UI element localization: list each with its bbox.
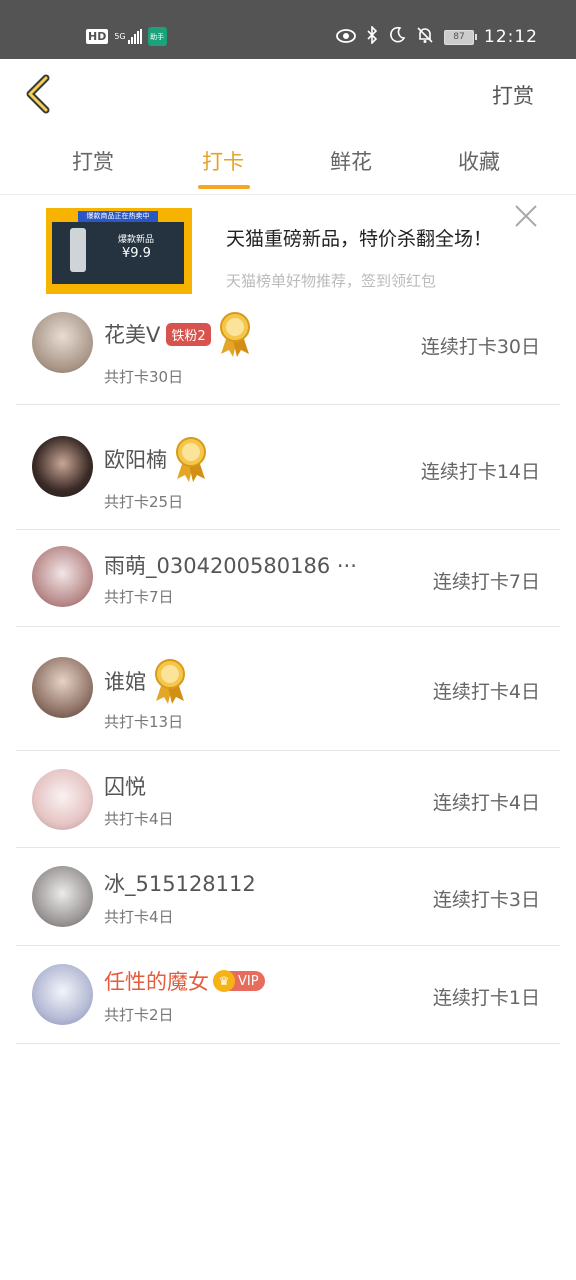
status-right: 87 12:12 <box>336 25 538 48</box>
list-item[interactable]: 冰_515128112 共打卡4日 连续打卡3日 <box>16 848 560 946</box>
clock: 12:12 <box>484 27 538 47</box>
tab-favorites[interactable]: 收藏 <box>458 146 500 176</box>
header-reward-button[interactable]: 打赏 <box>492 80 534 110</box>
user-name[interactable]: 冰_515128112 <box>104 868 256 898</box>
chevron-left-icon <box>26 74 50 114</box>
user-name-text: 谁婠 <box>104 670 146 694</box>
list-item[interactable]: 囚悦 共打卡4日 连续打卡4日 <box>16 751 560 848</box>
streak-checkin: 连续打卡3日 <box>432 889 540 911</box>
medal-icon <box>176 437 206 482</box>
fan-level-badge: 铁粉2 <box>166 322 211 346</box>
user-name[interactable]: 囚悦 <box>104 771 146 801</box>
tab-flowers[interactable]: 鲜花 <box>330 146 372 176</box>
battery-icon: 87 <box>444 29 477 45</box>
medal-icon <box>219 312 250 357</box>
eye-icon <box>336 28 356 47</box>
user-name[interactable]: 欧阳楠 <box>104 435 209 483</box>
avatar[interactable] <box>32 657 93 718</box>
total-checkin: 共打卡4日 <box>104 810 174 828</box>
total-checkin: 共打卡13日 <box>104 713 184 731</box>
user-name-text: 雨萌_0304200580186 ··· <box>104 554 357 578</box>
mute-bell-icon <box>416 26 434 48</box>
ad-banner[interactable]: 爆款商品正在热卖中 爆款新品 ¥9.9 天猫重磅新品，特价杀翻全场！ 天猫榜单好… <box>0 196 576 300</box>
total-checkin: 共打卡7日 <box>104 588 174 606</box>
app-notification-icon: 助手 <box>147 27 167 46</box>
bluetooth-icon <box>366 25 378 48</box>
ad-product-image <box>70 228 86 272</box>
vip-badge: ♛ VIP <box>213 970 265 992</box>
moon-icon <box>388 26 406 48</box>
user-name-text: 花美V <box>104 323 161 347</box>
total-checkin: 共打卡25日 <box>104 493 184 511</box>
total-checkin: 共打卡30日 <box>104 368 184 386</box>
total-checkin: 共打卡2日 <box>104 1006 174 1024</box>
streak-checkin: 连续打卡30日 <box>420 336 540 358</box>
status-bar: HD 5G 助手 87 12:12 <box>0 0 576 59</box>
avatar[interactable] <box>32 546 93 607</box>
user-name[interactable]: 雨萌_0304200580186 ··· <box>104 550 357 580</box>
total-checkin: 共打卡4日 <box>104 908 174 926</box>
ad-subtitle: 天猫榜单好物推荐，签到领红包 <box>226 272 437 290</box>
back-button[interactable] <box>24 74 54 114</box>
signal-icon: 5G <box>114 29 142 44</box>
avatar[interactable] <box>32 312 93 373</box>
streak-checkin: 连续打卡1日 <box>432 987 540 1009</box>
list-item[interactable]: 花美V 铁粉2 共打卡30日 连续打卡30日 <box>16 300 560 405</box>
user-name[interactable]: 谁婠 <box>104 657 188 705</box>
user-name[interactable]: 任性的魔女 ♛ VIP <box>104 966 265 996</box>
streak-checkin: 连续打卡14日 <box>420 461 540 483</box>
ad-image[interactable]: 爆款商品正在热卖中 爆款新品 ¥9.9 <box>46 208 192 294</box>
list-item[interactable]: 任性的魔女 ♛ VIP 共打卡2日 连续打卡1日 <box>16 946 560 1044</box>
ad-image-banner: 爆款商品正在热卖中 <box>78 211 158 222</box>
user-name-text: 囚悦 <box>104 775 146 799</box>
ad-product-label: 爆款新品 <box>118 235 155 245</box>
avatar[interactable] <box>32 769 93 830</box>
network-type: 5G <box>114 31 126 41</box>
close-icon[interactable] <box>514 204 538 228</box>
medal-icon <box>155 659 185 704</box>
vip-label: VIP <box>238 973 259 989</box>
tab-checkin[interactable]: 打卡 <box>202 146 244 176</box>
list-item[interactable]: 欧阳楠 共打卡25日 连续打卡14日 <box>16 405 560 530</box>
status-left: HD 5G 助手 <box>86 27 167 46</box>
avatar[interactable] <box>32 866 93 927</box>
ad-title[interactable]: 天猫重磅新品，特价杀翻全场！ <box>226 224 492 251</box>
user-name-text: 欧阳楠 <box>104 448 167 472</box>
tab-reward[interactable]: 打赏 <box>72 146 114 176</box>
crown-icon: ♛ <box>213 970 235 992</box>
list-item[interactable]: 雨萌_0304200580186 ··· 共打卡7日 连续打卡7日 <box>16 530 560 627</box>
user-name[interactable]: 花美V 铁粉2 <box>104 310 253 358</box>
hd-indicator: HD <box>86 29 109 44</box>
avatar[interactable] <box>32 436 93 497</box>
streak-checkin: 连续打卡7日 <box>432 571 540 593</box>
active-tab-indicator <box>198 185 250 189</box>
user-name-text: 冰_515128112 <box>104 872 256 896</box>
avatar[interactable] <box>32 964 93 1025</box>
user-name-text: 任性的魔女 <box>104 970 209 994</box>
list-item[interactable]: 谁婠 共打卡13日 连续打卡4日 <box>16 627 560 751</box>
streak-checkin: 连续打卡4日 <box>432 681 540 703</box>
streak-checkin: 连续打卡4日 <box>432 792 540 814</box>
ad-price: ¥9.9 <box>122 246 151 261</box>
tab-bar: 打赏 打卡 鲜花 收藏 <box>0 140 576 195</box>
